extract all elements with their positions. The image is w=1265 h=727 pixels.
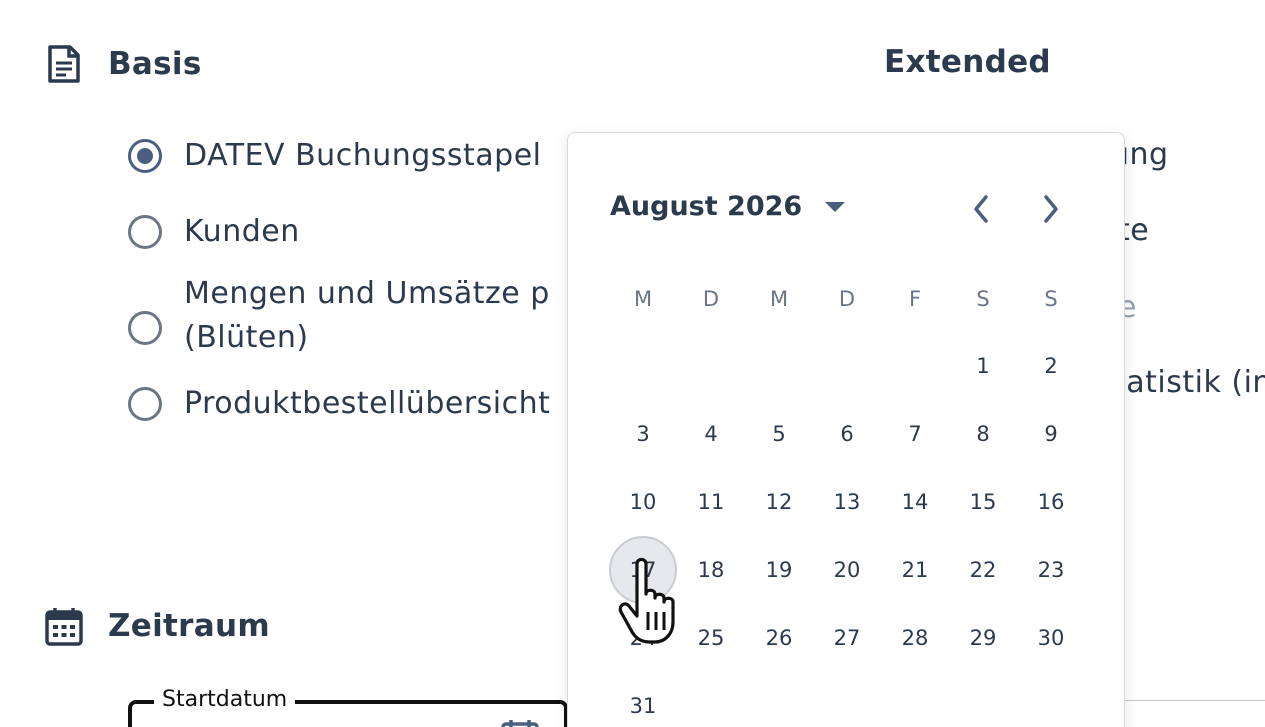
day-cell-5[interactable]: 5 bbox=[745, 400, 813, 468]
radio-button[interactable] bbox=[128, 215, 162, 249]
radio-button[interactable] bbox=[128, 311, 162, 345]
document-icon bbox=[48, 45, 80, 83]
day-cell-16[interactable]: 16 bbox=[1017, 468, 1085, 536]
day-cell-28[interactable]: 28 bbox=[881, 604, 949, 672]
day-cell-10[interactable]: 10 bbox=[609, 468, 677, 536]
day-cell-4[interactable]: 4 bbox=[677, 400, 745, 468]
day-cell-22[interactable]: 22 bbox=[949, 536, 1017, 604]
day-cell-20[interactable]: 20 bbox=[813, 536, 881, 604]
day-cell-8[interactable]: 8 bbox=[949, 400, 1017, 468]
day-cell-26[interactable]: 26 bbox=[745, 604, 813, 672]
report-export-page: Basis Extended DATEV Buchungsstapel Kund… bbox=[0, 0, 1265, 727]
basis-header: Basis bbox=[44, 44, 202, 84]
calendar-picker-icon[interactable] bbox=[500, 718, 540, 727]
extended-option-fragment[interactable]: tatistik (in bbox=[1114, 365, 1265, 400]
radio-option-mengen[interactable]: Mengen und Umsätze p (Blüten) bbox=[128, 276, 550, 362]
previous-month-button[interactable] bbox=[964, 191, 1000, 227]
radio-label: Produktbestellübersicht bbox=[184, 386, 551, 421]
day-cell-13[interactable]: 13 bbox=[813, 468, 881, 536]
calendar-icon bbox=[45, 608, 83, 646]
weekday-label: D bbox=[838, 287, 856, 311]
day-cell-3[interactable]: 3 bbox=[609, 400, 677, 468]
divider bbox=[1125, 700, 1265, 701]
radio-label: Mengen und Umsätze p bbox=[184, 276, 550, 311]
zeitraum-header: Zeitraum bbox=[44, 606, 270, 646]
day-cell-30[interactable]: 30 bbox=[1017, 604, 1085, 672]
weekday-label: M bbox=[769, 287, 789, 311]
month-label[interactable]: August 2026 bbox=[610, 191, 802, 222]
radio-option-produktbestell[interactable]: Produktbestellübersicht bbox=[128, 380, 550, 428]
day-cell-27[interactable]: 27 bbox=[813, 604, 881, 672]
radio-option-datev[interactable]: DATEV Buchungsstapel bbox=[128, 132, 542, 180]
day-cell-29[interactable]: 29 bbox=[949, 604, 1017, 672]
day-cell-2[interactable]: 2 bbox=[1017, 332, 1085, 400]
weekday-label: F bbox=[908, 287, 922, 311]
next-month-button[interactable] bbox=[1032, 191, 1068, 227]
radio-label: Kunden bbox=[184, 214, 300, 249]
day-cell-19[interactable]: 19 bbox=[745, 536, 813, 604]
day-cell-23[interactable]: 23 bbox=[1017, 536, 1085, 604]
weekday-label: S bbox=[1044, 287, 1058, 311]
day-cell-9[interactable]: 9 bbox=[1017, 400, 1085, 468]
weekday-label: S bbox=[976, 287, 990, 311]
radio-button[interactable] bbox=[128, 387, 162, 421]
day-cell-7[interactable]: 7 bbox=[881, 400, 949, 468]
radio-label: DATEV Buchungsstapel bbox=[184, 138, 542, 173]
day-cell-14[interactable]: 14 bbox=[881, 468, 949, 536]
zeitraum-title: Zeitraum bbox=[108, 608, 270, 644]
caret-down-icon[interactable] bbox=[824, 200, 846, 214]
day-cell-21[interactable]: 21 bbox=[881, 536, 949, 604]
radio-button[interactable] bbox=[128, 139, 162, 173]
hand-pointer-cursor-icon bbox=[618, 557, 675, 644]
radio-option-kunden[interactable]: Kunden bbox=[128, 208, 300, 256]
day-cell-11[interactable]: 11 bbox=[677, 468, 745, 536]
start-date-field[interactable]: Startdatum bbox=[128, 687, 568, 727]
day-cell-12[interactable]: 12 bbox=[745, 468, 813, 536]
weekday-label: M bbox=[633, 287, 653, 311]
extended-header: Extended bbox=[884, 44, 1051, 80]
day-cell-6[interactable]: 6 bbox=[813, 400, 881, 468]
extended-title: Extended bbox=[884, 44, 1051, 80]
start-date-label: Startdatum bbox=[154, 687, 296, 712]
day-cell-15[interactable]: 15 bbox=[949, 468, 1017, 536]
basis-title: Basis bbox=[108, 46, 202, 82]
day-cell-1[interactable]: 1 bbox=[949, 332, 1017, 400]
month-selector[interactable]: August 2026 bbox=[610, 191, 846, 222]
weekday-label: D bbox=[702, 287, 720, 311]
day-cell-31[interactable]: 31 bbox=[609, 672, 677, 727]
radio-label-line2: (Blüten) bbox=[184, 320, 309, 355]
